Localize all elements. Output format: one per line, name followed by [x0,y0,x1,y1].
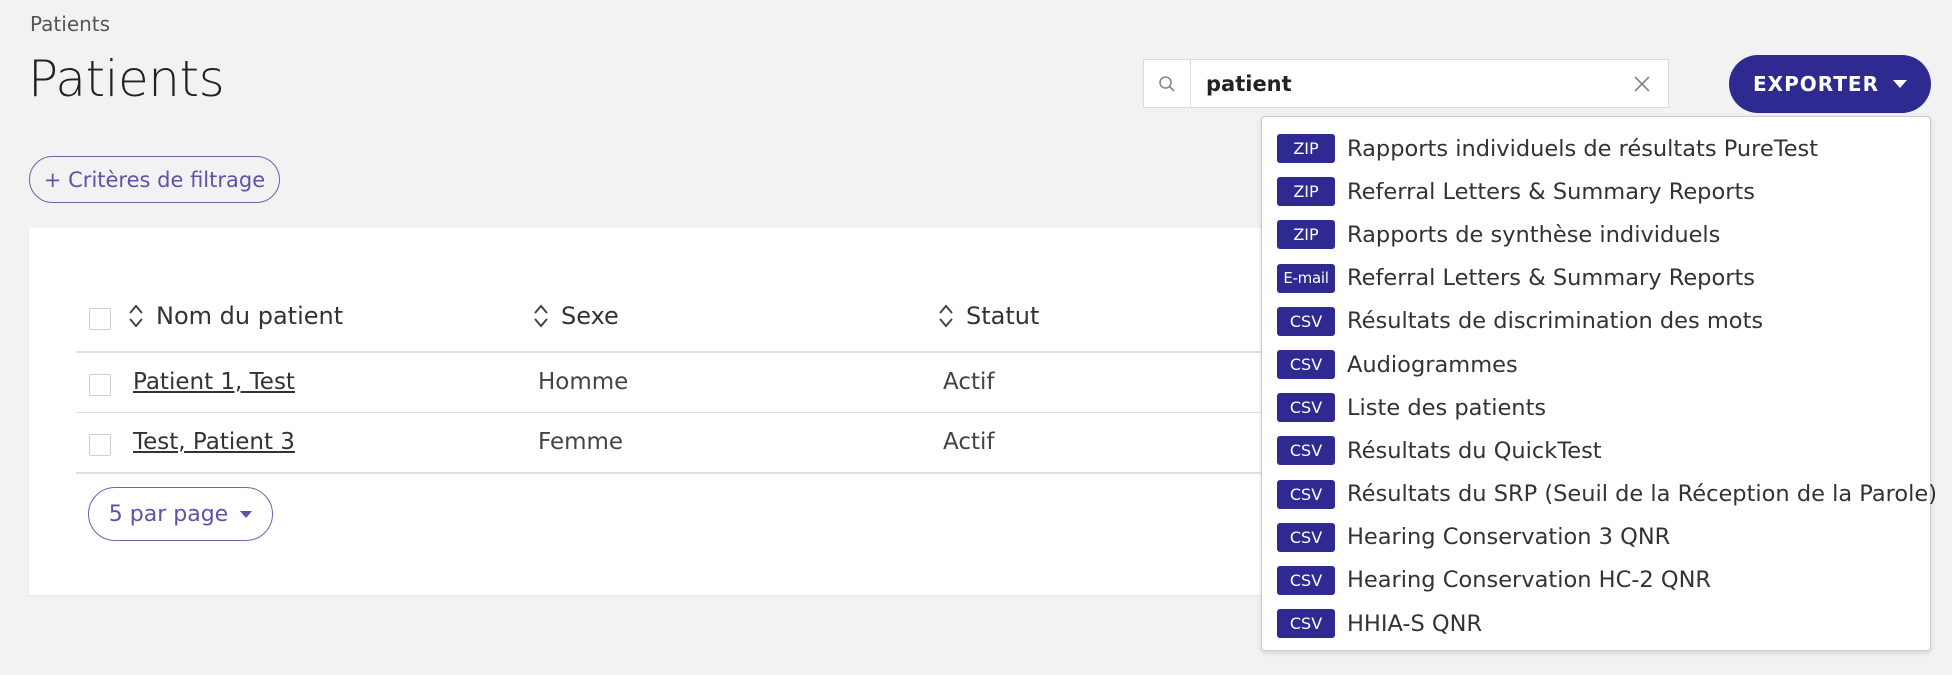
export-menu-item-label: Résultats du QuickTest [1347,437,1602,464]
column-header-name[interactable]: Nom du patient [128,302,343,330]
export-menu-item-label: Résultats du SRP (Seuil de la Réception … [1347,481,1938,508]
patient-sex: Femme [538,429,624,455]
breadcrumb: Patients [30,12,111,36]
select-all-checkbox[interactable] [89,308,111,330]
patient-name-link[interactable]: Patient 1, Test [133,369,295,395]
sort-icon [939,304,953,328]
per-page-label: 5 par page [108,501,229,527]
export-menu-item[interactable]: CSV Résultats du SRP (Seuil de la Récepti… [1262,473,1937,516]
per-page-select[interactable]: 5 par page [88,487,273,541]
export-menu-item[interactable]: CSV HHIA-S QNR [1262,602,1930,645]
search-input[interactable] [1191,70,1616,97]
file-type-badge: ZIP [1277,134,1335,164]
caret-down-icon [240,510,253,518]
file-type-badge: ZIP [1277,177,1335,207]
column-header-name-label: Nom du patient [156,302,344,330]
export-menu-item-label: Rapports individuels de résultats PureTe… [1347,135,1819,162]
export-button[interactable]: EXPORTER [1729,55,1931,113]
export-menu-item[interactable]: ZIP Rapports de synthèse individuels [1262,213,1930,256]
filter-criteria-button[interactable]: + Critères de filtrage [29,156,280,203]
file-type-badge: ZIP [1277,220,1335,250]
search-box [1143,59,1669,108]
export-menu-item-label: Hearing Conservation HC-2 QNR [1347,567,1712,594]
file-type-badge: CSV [1277,565,1335,595]
search-icon [1144,60,1191,107]
clear-search-icon[interactable] [1616,60,1668,107]
export-menu-item-label: Liste des patients [1347,394,1547,421]
export-menu-item-label: HHIA-S QNR [1347,610,1483,637]
patient-status: Actif [943,429,995,455]
export-menu-item-label: Rapports de synthèse individuels [1347,221,1721,248]
export-menu-item[interactable]: ZIP Rapports individuels de résultats Pur… [1262,127,1930,170]
file-type-badge: CSV [1277,609,1335,639]
sort-icon [534,304,548,328]
column-header-status[interactable]: Statut [938,302,1039,330]
file-type-badge: CSV [1277,393,1335,423]
header-divider [76,351,1266,353]
export-menu-item[interactable]: CSV Liste des patients [1262,386,1930,429]
file-type-badge: CSV [1277,479,1335,509]
export-menu-item[interactable]: CSV Résultats de discrimination des mots [1262,300,1930,343]
file-type-badge: CSV [1277,436,1335,466]
row-checkbox[interactable] [89,434,111,456]
column-header-sex[interactable]: Sexe [533,302,619,330]
export-menu-item[interactable]: CSV Hearing Conservation 3 QNR [1262,516,1930,559]
export-menu-item-label: Résultats de discrimination des mots [1347,308,1764,335]
patient-name-link[interactable]: Test, Patient 3 [133,429,295,455]
export-menu-item[interactable]: CSV Hearing Conservation HC-2 QNR [1262,559,1930,602]
caret-down-icon [1892,80,1907,88]
export-menu-item-label: Referral Letters & Summary Reports [1347,178,1756,205]
export-menu-item[interactable]: E-mail Referral Letters & Summary Reports [1262,257,1930,300]
column-header-sex-label: Sexe [561,302,619,330]
export-menu-item-label: Referral Letters & Summary Reports [1347,265,1756,292]
patient-sex: Homme [538,369,629,395]
file-type-badge: CSV [1277,306,1335,336]
file-type-badge: E-mail [1277,263,1335,293]
column-header-status-label: Statut [966,302,1040,330]
export-button-label: EXPORTER [1753,72,1879,96]
file-type-badge: CSV [1277,350,1335,380]
export-menu-item-label: Audiogrammes [1347,351,1518,378]
page-title: Patients [28,50,225,108]
export-menu-item-label: Hearing Conservation 3 QNR [1347,524,1671,551]
row-divider [76,412,1266,413]
table-bottom-divider [76,472,1266,474]
file-type-badge: CSV [1277,522,1335,552]
export-menu-item[interactable]: CSV Audiogrammes [1262,343,1930,386]
export-menu-item[interactable]: ZIP Referral Letters & Summary Reports [1262,170,1930,213]
sort-icon [129,304,143,328]
export-dropdown-menu: ZIP Rapports individuels de résultats Pur… [1261,116,1937,651]
export-menu-item[interactable]: CSV Résultats du QuickTest [1262,429,1930,472]
patient-status: Actif [943,369,995,395]
row-checkbox[interactable] [89,374,111,396]
